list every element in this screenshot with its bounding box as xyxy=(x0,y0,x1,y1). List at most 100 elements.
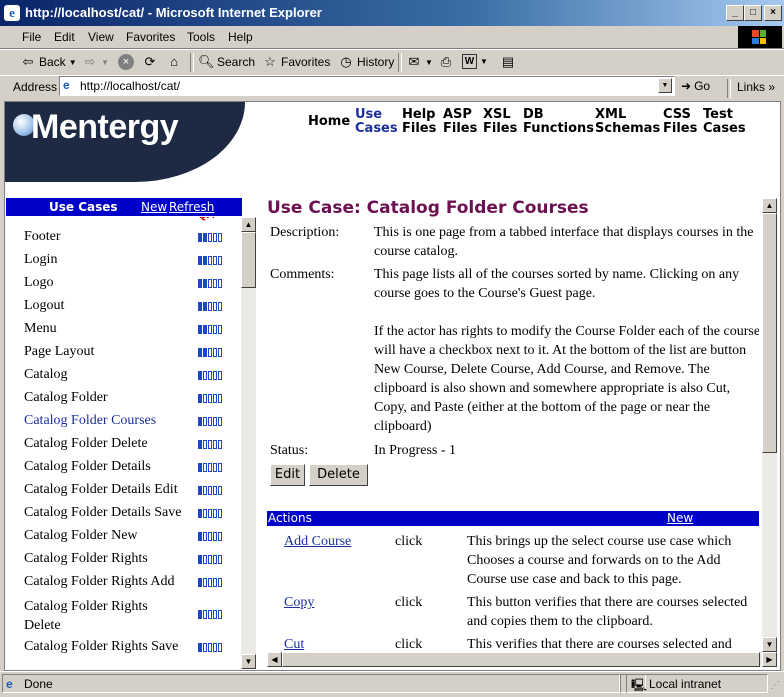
use-case-item[interactable]: Catalog Folder Rights xyxy=(24,551,148,567)
use-case-item[interactable]: Catalog Folder New xyxy=(24,528,138,544)
progress-block xyxy=(208,486,212,495)
use-case-item[interactable]: Catalog Folder xyxy=(24,390,108,406)
address-input[interactable]: http://localhost/cat/ xyxy=(80,79,180,93)
progress-block xyxy=(203,509,207,518)
use-case-item[interactable]: Catalog xyxy=(24,367,68,383)
nav-use-cases[interactable]: Use Cases xyxy=(355,108,398,136)
use-case-item[interactable]: Footer xyxy=(24,229,61,245)
progress-block xyxy=(208,643,212,652)
scroll-left-button[interactable]: ◀ xyxy=(267,652,282,667)
use-case-list: Test Use Case QA Footer Login Logo Logout Menu… xyxy=(6,217,241,670)
use-case-item[interactable]: Catalog Folder Rights Add xyxy=(24,574,175,590)
nav-xsl-files[interactable]: XSL Files xyxy=(483,108,517,136)
use-case-item[interactable]: Page Layout xyxy=(24,344,94,360)
use-case-item[interactable]: Catalog Folder Courses xyxy=(24,413,156,429)
home-button[interactable]: ⌂ xyxy=(166,54,182,70)
scroll-right-button[interactable]: ▶ xyxy=(762,652,777,667)
scroll-up-button[interactable]: ▲ xyxy=(762,198,777,213)
go-button[interactable]: ➜ Go xyxy=(681,79,710,93)
new-link[interactable]: New xyxy=(141,200,167,214)
discuss-button[interactable]: ▤ xyxy=(500,54,516,70)
scroll-thumb[interactable] xyxy=(282,652,760,667)
close-button[interactable]: × xyxy=(764,5,782,21)
progress-block xyxy=(198,279,202,288)
address-field[interactable]: e http://localhost/cat/ ▼ xyxy=(59,76,675,96)
links-button[interactable]: Links » xyxy=(737,80,775,94)
content-horizontal-scrollbar[interactable]: ◀ ▶ xyxy=(267,652,777,667)
title-bar: e http://localhost/cat/ - Microsoft Inte… xyxy=(0,0,784,26)
use-case-item[interactable]: Test Use Case xyxy=(24,217,103,222)
resize-grip-icon[interactable]: ⋰ xyxy=(770,680,780,691)
menu-favorites[interactable]: Favorites xyxy=(126,30,175,44)
nav-xml-schemas[interactable]: XML Schemas xyxy=(595,108,660,136)
action-link[interactable]: Copy xyxy=(284,593,314,612)
nav-home[interactable]: Home xyxy=(308,115,350,129)
refresh-button[interactable]: ⟳ xyxy=(142,54,158,70)
menu-view[interactable]: View xyxy=(88,30,114,44)
page-viewport: Mentergy Home Use Cases Help Files ASP File… xyxy=(4,101,781,671)
content-vertical-scrollbar[interactable]: ▲ ▼ xyxy=(762,198,777,652)
progress-block xyxy=(218,348,222,357)
progress-block xyxy=(203,578,207,587)
mail-icon: ✉ xyxy=(408,54,420,69)
scroll-up-button[interactable]: ▲ xyxy=(241,217,256,232)
progress-block xyxy=(218,463,222,472)
progress-block xyxy=(203,256,207,265)
menu-file[interactable]: File xyxy=(22,30,41,44)
edit-word-button[interactable]: W ▼ xyxy=(462,54,488,69)
progress-indicator xyxy=(198,555,222,564)
edit-button[interactable]: Edit xyxy=(270,464,305,486)
toolbar-separator xyxy=(398,53,402,72)
use-case-item[interactable]: Menu xyxy=(24,321,57,337)
scroll-down-button[interactable]: ▼ xyxy=(762,637,777,652)
print-button[interactable]: ⎙ xyxy=(438,54,454,70)
maximize-button[interactable]: □ xyxy=(744,5,762,21)
stop-button[interactable]: × xyxy=(118,54,134,70)
delete-button[interactable]: Delete xyxy=(309,464,368,486)
minimize-button[interactable]: _ xyxy=(726,5,744,21)
left-scrollbar[interactable]: ▲ ▼ xyxy=(241,217,256,669)
nav-test-cases[interactable]: Test Cases xyxy=(703,108,746,136)
action-link[interactable]: Cut xyxy=(284,635,304,652)
back-button[interactable]: ⇦ Back ▼ xyxy=(20,54,77,70)
progress-block xyxy=(203,394,207,403)
search-button[interactable]: 🔍︎ Search xyxy=(198,54,255,70)
history-icon: ◷ xyxy=(340,54,352,69)
menu-help[interactable]: Help xyxy=(228,30,253,44)
use-case-item[interactable]: Catalog Folder Rights Delete xyxy=(24,597,184,635)
refresh-link[interactable]: Refresh xyxy=(169,200,214,214)
nav-help-files[interactable]: Help Files xyxy=(402,108,436,136)
use-case-item[interactable]: Catalog Folder Details Save xyxy=(24,505,181,521)
progress-indicator xyxy=(198,610,222,619)
use-case-item[interactable]: Logo xyxy=(24,275,54,291)
progress-block xyxy=(203,463,207,472)
scroll-thumb[interactable] xyxy=(241,232,256,288)
comments-text-2: If the actor has rights to modify the Co… xyxy=(374,324,759,434)
scroll-thumb[interactable] xyxy=(762,213,777,453)
nav-css-files[interactable]: CSS Files xyxy=(663,108,697,136)
nav-asp-files[interactable]: ASP Files xyxy=(443,108,477,136)
actions-title: Actions xyxy=(268,511,312,525)
favorites-button[interactable]: ☆ Favorites xyxy=(262,54,330,70)
address-dropdown-button[interactable]: ▼ xyxy=(658,78,672,93)
history-button[interactable]: ◷ History xyxy=(338,54,394,70)
progress-block xyxy=(218,279,222,288)
ie-logo-icon: e xyxy=(4,5,20,21)
progress-block xyxy=(213,578,217,587)
use-case-item[interactable]: Login xyxy=(24,252,57,268)
nav-db-functions[interactable]: DB Functions xyxy=(523,108,594,136)
scroll-down-button[interactable]: ▼ xyxy=(241,654,256,669)
use-case-item[interactable]: Logout xyxy=(24,298,64,314)
use-case-item[interactable]: Catalog Folder Details Edit xyxy=(24,482,178,498)
qa-badge: QA xyxy=(198,217,215,221)
menu-edit[interactable]: Edit xyxy=(54,30,75,44)
action-link[interactable]: Add Course xyxy=(284,532,351,551)
forward-button[interactable]: ⇨ ▼ xyxy=(82,54,109,70)
progress-block xyxy=(213,555,217,564)
use-case-item[interactable]: Catalog Folder Rights Save xyxy=(24,639,178,655)
menu-tools[interactable]: Tools xyxy=(187,30,215,44)
mail-button[interactable]: ✉ ▼ xyxy=(406,54,433,70)
actions-new-link[interactable]: New xyxy=(667,511,693,525)
use-case-item[interactable]: Catalog Folder Delete xyxy=(24,436,148,452)
use-case-item[interactable]: Catalog Folder Details xyxy=(24,459,151,475)
